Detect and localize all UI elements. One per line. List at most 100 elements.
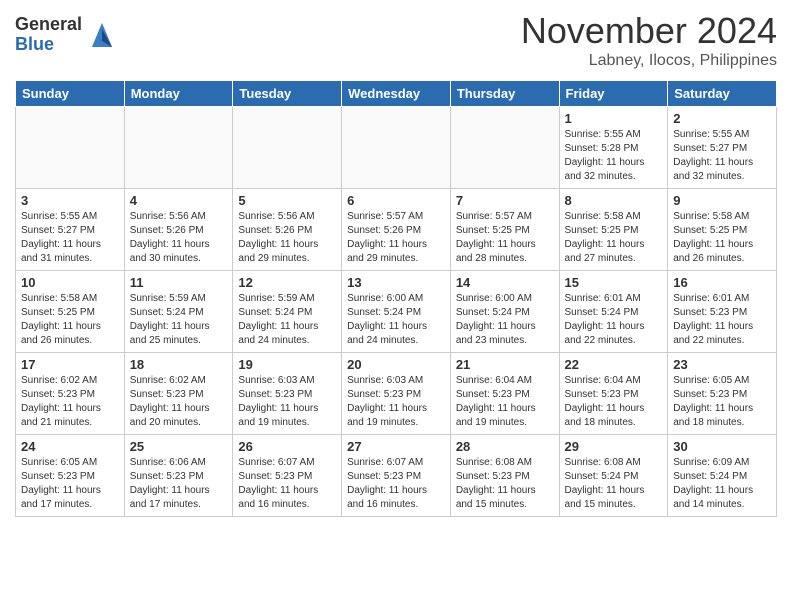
day-info: Sunrise: 6:06 AM Sunset: 5:23 PM Dayligh… bbox=[130, 456, 228, 512]
calendar-cell: 27 Sunrise: 6:07 AM Sunset: 5:23 PM Dayli… bbox=[342, 435, 451, 517]
day-number: 3 bbox=[21, 193, 119, 208]
calendar-cell: 24 Sunrise: 6:05 AM Sunset: 5:23 PM Dayli… bbox=[16, 435, 125, 517]
day-number: 18 bbox=[130, 357, 228, 372]
calendar-cell: 22 Sunrise: 6:04 AM Sunset: 5:23 PM Dayli… bbox=[559, 353, 668, 435]
calendar-cell: 3 Sunrise: 5:55 AM Sunset: 5:27 PM Daylig… bbox=[16, 189, 125, 271]
calendar-table: SundayMondayTuesdayWednesdayThursdayFrid… bbox=[15, 80, 777, 517]
column-header-wednesday: Wednesday bbox=[342, 81, 451, 107]
column-header-tuesday: Tuesday bbox=[233, 81, 342, 107]
day-info: Sunrise: 6:00 AM Sunset: 5:24 PM Dayligh… bbox=[456, 292, 554, 348]
column-header-friday: Friday bbox=[559, 81, 668, 107]
day-info: Sunrise: 6:01 AM Sunset: 5:24 PM Dayligh… bbox=[565, 292, 663, 348]
logo-blue-text: Blue bbox=[15, 35, 82, 55]
day-number: 26 bbox=[238, 439, 336, 454]
day-info: Sunrise: 5:55 AM Sunset: 5:28 PM Dayligh… bbox=[565, 128, 663, 184]
day-info: Sunrise: 5:55 AM Sunset: 5:27 PM Dayligh… bbox=[21, 210, 119, 266]
day-number: 30 bbox=[673, 439, 771, 454]
day-info: Sunrise: 5:57 AM Sunset: 5:25 PM Dayligh… bbox=[456, 210, 554, 266]
logo: General Blue bbox=[15, 15, 118, 55]
day-info: Sunrise: 5:58 AM Sunset: 5:25 PM Dayligh… bbox=[21, 292, 119, 348]
calendar-cell: 25 Sunrise: 6:06 AM Sunset: 5:23 PM Dayli… bbox=[124, 435, 233, 517]
day-number: 28 bbox=[456, 439, 554, 454]
day-number: 6 bbox=[347, 193, 445, 208]
day-info: Sunrise: 5:57 AM Sunset: 5:26 PM Dayligh… bbox=[347, 210, 445, 266]
day-info: Sunrise: 6:02 AM Sunset: 5:23 PM Dayligh… bbox=[21, 374, 119, 430]
calendar-cell: 10 Sunrise: 5:58 AM Sunset: 5:25 PM Dayli… bbox=[16, 271, 125, 353]
day-info: Sunrise: 6:04 AM Sunset: 5:23 PM Dayligh… bbox=[565, 374, 663, 430]
day-number: 22 bbox=[565, 357, 663, 372]
column-header-monday: Monday bbox=[124, 81, 233, 107]
day-number: 21 bbox=[456, 357, 554, 372]
page: General Blue November 2024 Labney, Iloco… bbox=[0, 0, 792, 532]
day-number: 13 bbox=[347, 275, 445, 290]
header: General Blue November 2024 Labney, Iloco… bbox=[15, 10, 777, 70]
day-number: 12 bbox=[238, 275, 336, 290]
calendar-cell bbox=[233, 107, 342, 189]
day-info: Sunrise: 6:09 AM Sunset: 5:24 PM Dayligh… bbox=[673, 456, 771, 512]
column-header-thursday: Thursday bbox=[450, 81, 559, 107]
calendar-week-row: 3 Sunrise: 5:55 AM Sunset: 5:27 PM Daylig… bbox=[16, 189, 777, 271]
day-info: Sunrise: 6:08 AM Sunset: 5:24 PM Dayligh… bbox=[565, 456, 663, 512]
calendar-cell bbox=[16, 107, 125, 189]
day-number: 2 bbox=[673, 111, 771, 126]
day-info: Sunrise: 5:59 AM Sunset: 5:24 PM Dayligh… bbox=[130, 292, 228, 348]
title-area: November 2024 Labney, Ilocos, Philippine… bbox=[521, 10, 777, 70]
day-info: Sunrise: 5:56 AM Sunset: 5:26 PM Dayligh… bbox=[238, 210, 336, 266]
day-number: 5 bbox=[238, 193, 336, 208]
day-number: 9 bbox=[673, 193, 771, 208]
calendar-cell: 13 Sunrise: 6:00 AM Sunset: 5:24 PM Dayli… bbox=[342, 271, 451, 353]
day-number: 7 bbox=[456, 193, 554, 208]
day-info: Sunrise: 6:05 AM Sunset: 5:23 PM Dayligh… bbox=[21, 456, 119, 512]
calendar-cell: 17Sunrise: 6:02 AM Sunset: 5:23 PM Dayli… bbox=[16, 353, 125, 435]
calendar-cell: 14 Sunrise: 6:00 AM Sunset: 5:24 PM Dayli… bbox=[450, 271, 559, 353]
month-title: November 2024 bbox=[521, 10, 777, 52]
day-info: Sunrise: 5:58 AM Sunset: 5:25 PM Dayligh… bbox=[565, 210, 663, 266]
day-number: 16 bbox=[673, 275, 771, 290]
calendar-cell: 2 Sunrise: 5:55 AM Sunset: 5:27 PM Daylig… bbox=[668, 107, 777, 189]
day-info: Sunrise: 5:56 AM Sunset: 5:26 PM Dayligh… bbox=[130, 210, 228, 266]
day-number: 24 bbox=[21, 439, 119, 454]
day-number: 29 bbox=[565, 439, 663, 454]
day-info: Sunrise: 6:07 AM Sunset: 5:23 PM Dayligh… bbox=[347, 456, 445, 512]
day-number: 10 bbox=[21, 275, 119, 290]
calendar-week-row: 10 Sunrise: 5:58 AM Sunset: 5:25 PM Dayli… bbox=[16, 271, 777, 353]
column-header-saturday: Saturday bbox=[668, 81, 777, 107]
calendar-cell: 16 Sunrise: 6:01 AM Sunset: 5:23 PM Dayli… bbox=[668, 271, 777, 353]
day-number: 25 bbox=[130, 439, 228, 454]
calendar-cell: 11 Sunrise: 5:59 AM Sunset: 5:24 PM Dayli… bbox=[124, 271, 233, 353]
day-number: 27 bbox=[347, 439, 445, 454]
day-number: 23 bbox=[673, 357, 771, 372]
calendar-cell: 19Sunrise: 6:03 AM Sunset: 5:23 PM Dayli… bbox=[233, 353, 342, 435]
calendar-week-row: 1Sunrise: 5:55 AM Sunset: 5:28 PM Daylig… bbox=[16, 107, 777, 189]
calendar-cell bbox=[342, 107, 451, 189]
day-info: Sunrise: 6:07 AM Sunset: 5:23 PM Dayligh… bbox=[238, 456, 336, 512]
calendar-cell: 30 Sunrise: 6:09 AM Sunset: 5:24 PM Dayli… bbox=[668, 435, 777, 517]
calendar-cell: 21Sunrise: 6:04 AM Sunset: 5:23 PM Dayli… bbox=[450, 353, 559, 435]
calendar-cell: 1Sunrise: 5:55 AM Sunset: 5:28 PM Daylig… bbox=[559, 107, 668, 189]
calendar-header-row: SundayMondayTuesdayWednesdayThursdayFrid… bbox=[16, 81, 777, 107]
day-info: Sunrise: 6:00 AM Sunset: 5:24 PM Dayligh… bbox=[347, 292, 445, 348]
calendar-cell: 5 Sunrise: 5:56 AM Sunset: 5:26 PM Daylig… bbox=[233, 189, 342, 271]
calendar-cell: 4 Sunrise: 5:56 AM Sunset: 5:26 PM Daylig… bbox=[124, 189, 233, 271]
day-info: Sunrise: 5:55 AM Sunset: 5:27 PM Dayligh… bbox=[673, 128, 771, 184]
day-number: 4 bbox=[130, 193, 228, 208]
day-info: Sunrise: 6:01 AM Sunset: 5:23 PM Dayligh… bbox=[673, 292, 771, 348]
location: Labney, Ilocos, Philippines bbox=[521, 52, 777, 70]
day-number: 20 bbox=[347, 357, 445, 372]
calendar-cell: 8Sunrise: 5:58 AM Sunset: 5:25 PM Daylig… bbox=[559, 189, 668, 271]
day-number: 14 bbox=[456, 275, 554, 290]
calendar-week-row: 24 Sunrise: 6:05 AM Sunset: 5:23 PM Dayli… bbox=[16, 435, 777, 517]
calendar-cell: 18Sunrise: 6:02 AM Sunset: 5:23 PM Dayli… bbox=[124, 353, 233, 435]
calendar-cell: 29 Sunrise: 6:08 AM Sunset: 5:24 PM Dayli… bbox=[559, 435, 668, 517]
calendar-cell: 20 Sunrise: 6:03 AM Sunset: 5:23 PM Dayli… bbox=[342, 353, 451, 435]
calendar-cell: 15Sunrise: 6:01 AM Sunset: 5:24 PM Dayli… bbox=[559, 271, 668, 353]
calendar-cell bbox=[124, 107, 233, 189]
calendar-cell: 6 Sunrise: 5:57 AM Sunset: 5:26 PM Daylig… bbox=[342, 189, 451, 271]
day-info: Sunrise: 6:03 AM Sunset: 5:23 PM Dayligh… bbox=[347, 374, 445, 430]
calendar-cell: 9Sunrise: 5:58 AM Sunset: 5:25 PM Daylig… bbox=[668, 189, 777, 271]
day-info: Sunrise: 5:59 AM Sunset: 5:24 PM Dayligh… bbox=[238, 292, 336, 348]
calendar-cell: 26 Sunrise: 6:07 AM Sunset: 5:23 PM Dayli… bbox=[233, 435, 342, 517]
calendar-cell bbox=[450, 107, 559, 189]
calendar-cell: 23Sunrise: 6:05 AM Sunset: 5:23 PM Dayli… bbox=[668, 353, 777, 435]
day-number: 11 bbox=[130, 275, 228, 290]
